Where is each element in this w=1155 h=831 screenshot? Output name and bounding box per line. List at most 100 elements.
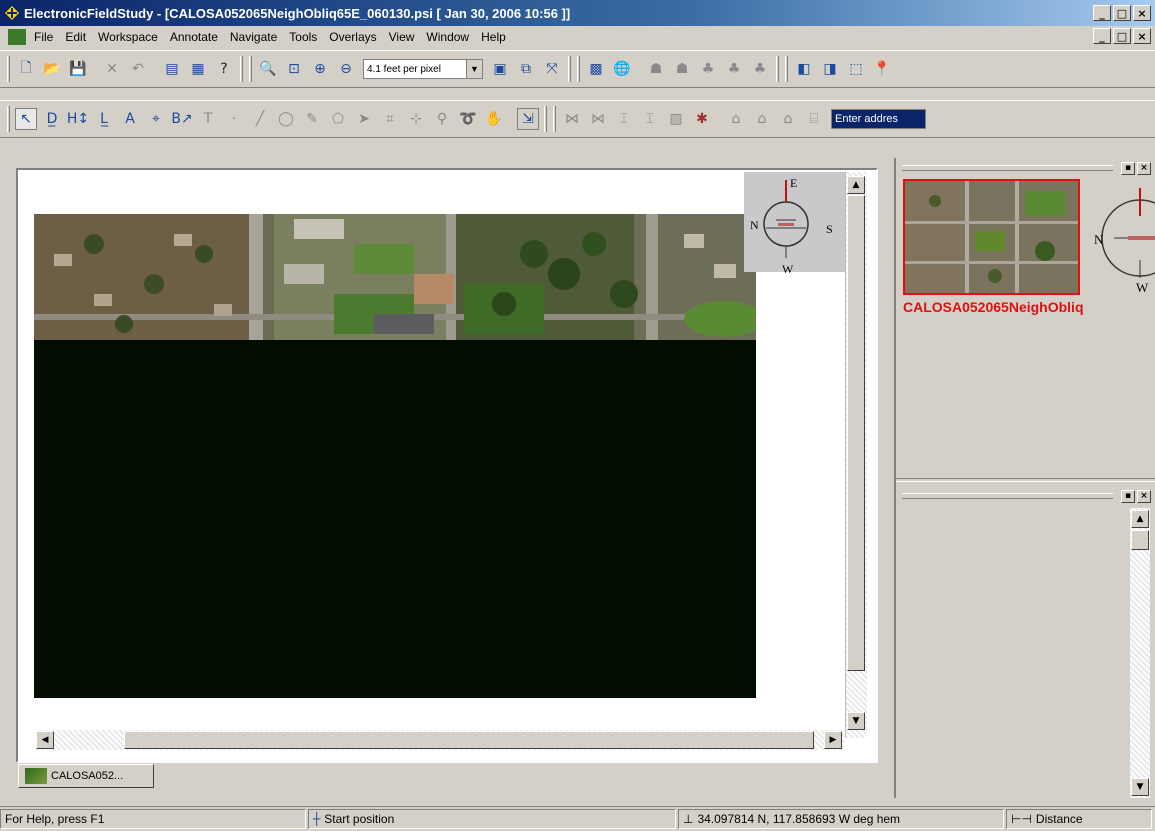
document-tab[interactable]: CALOSA052...: [18, 764, 154, 788]
select-arrow-icon[interactable]: ↖: [15, 108, 37, 130]
panel-toggle-icon[interactable]: ◧: [793, 58, 815, 80]
print-icon[interactable]: ▤: [161, 58, 183, 80]
menu-workspace[interactable]: Workspace: [92, 30, 164, 44]
measure-horizontal-icon[interactable]: ⋈: [561, 108, 583, 130]
title-bar[interactable]: ElectronicFieldStudy - [CALOSA052065Neig…: [0, 0, 1155, 26]
area-tool-icon[interactable]: A: [119, 108, 141, 130]
freehand-tool-icon[interactable]: ✎: [301, 108, 323, 130]
address-search-input[interactable]: [831, 109, 926, 129]
scroll-down-icon[interactable]: ▼: [847, 712, 865, 730]
crop-tool-icon[interactable]: ⊹: [405, 108, 427, 130]
panel-pin-button[interactable]: ▪: [1121, 161, 1135, 175]
lower-scroll-down-icon[interactable]: ▼: [1131, 778, 1149, 796]
length-tool-icon[interactable]: L̲: [93, 108, 115, 130]
toolbar-grip[interactable]: [553, 106, 556, 132]
print-preview-icon[interactable]: ▦: [187, 58, 209, 80]
menu-edit[interactable]: Edit: [59, 30, 92, 44]
measure-horizontal2-icon[interactable]: ⋈: [587, 108, 609, 130]
menu-annotate[interactable]: Annotate: [164, 30, 224, 44]
centroid-tool-icon[interactable]: ⌖: [145, 108, 167, 130]
globe-search-icon[interactable]: 🌐: [611, 58, 633, 80]
pointer-tool-icon[interactable]: ➤: [353, 108, 375, 130]
scroll-up-icon[interactable]: ▲: [847, 176, 865, 194]
toolbar-grip[interactable]: [785, 56, 788, 82]
bug-icon[interactable]: ✱: [691, 108, 713, 130]
text-tool-icon[interactable]: T: [197, 108, 219, 130]
height-tool-icon[interactable]: H↕: [67, 108, 89, 130]
toolbar-grip[interactable]: [249, 56, 252, 82]
toolbar-grip[interactable]: [7, 106, 10, 132]
distance-tool-icon[interactable]: D̲: [41, 108, 63, 130]
polygon-tool-icon[interactable]: ⬠: [327, 108, 349, 130]
oblique-image-canvas[interactable]: [34, 214, 756, 698]
document-icon[interactable]: [8, 29, 26, 45]
toolbar-grip[interactable]: [240, 56, 243, 82]
hand-pan-icon[interactable]: ✋: [483, 108, 505, 130]
measure-vertical2-icon[interactable]: ⌶: [639, 108, 661, 130]
doc-close-button[interactable]: ×: [1133, 28, 1151, 44]
pan-arrows-icon[interactable]: ⤧: [541, 58, 563, 80]
new-file-icon[interactable]: 🗋: [15, 58, 37, 80]
zoom-scale-select[interactable]: 4.1 feet per pixel ▼: [363, 59, 483, 79]
fit-window-icon[interactable]: ▣: [489, 58, 511, 80]
bearing-tool-icon[interactable]: B↗: [171, 108, 193, 130]
menu-navigate[interactable]: Navigate: [224, 30, 283, 44]
menu-tools[interactable]: Tools: [283, 30, 323, 44]
toolbar-grip[interactable]: [568, 56, 571, 82]
image-tool-icon[interactable]: ▧: [665, 108, 687, 130]
menu-overlays[interactable]: Overlays: [323, 30, 382, 44]
walk-tool-icon[interactable]: ⚲: [431, 108, 453, 130]
overview-thumbnail[interactable]: [903, 179, 1080, 295]
zoom-in-icon[interactable]: ⊕: [309, 58, 331, 80]
line-tool-icon[interactable]: ╱: [249, 108, 271, 130]
close-button[interactable]: ×: [1133, 5, 1151, 21]
menu-view[interactable]: View: [383, 30, 421, 44]
help-icon[interactable]: ?: [213, 58, 235, 80]
lower-panel-scrollbar[interactable]: [1130, 508, 1150, 798]
toolbar-grip[interactable]: [544, 106, 547, 132]
lower-scroll-thumb[interactable]: [1131, 530, 1149, 550]
menu-help[interactable]: Help: [475, 30, 512, 44]
house-tool-icon-2[interactable]: ⌂: [751, 108, 773, 130]
doc-minimize-button[interactable]: _: [1093, 28, 1111, 44]
lasso-tool-icon[interactable]: ➰: [457, 108, 479, 130]
panel-splitter[interactable]: [896, 478, 1155, 482]
tree-icon-3[interactable]: ♣: [749, 58, 771, 80]
tree-icon-1[interactable]: ♣: [697, 58, 719, 80]
minimize-button[interactable]: _: [1093, 5, 1111, 21]
house-tool-icon-1[interactable]: ⌂: [725, 108, 747, 130]
lower-panel-close-button[interactable]: ×: [1137, 489, 1151, 503]
building-tool-icon[interactable]: ⌸: [803, 108, 825, 130]
layers-icon[interactable]: ⧉: [515, 58, 537, 80]
toolbar-grip[interactable]: [577, 56, 580, 82]
region-tool-icon[interactable]: ⌗: [379, 108, 401, 130]
map-view-icon[interactable]: ▩: [585, 58, 607, 80]
lower-scroll-up-icon[interactable]: ▲: [1131, 510, 1149, 528]
vertical-scroll-thumb[interactable]: [847, 195, 865, 671]
point-tool-icon[interactable]: ·: [223, 108, 245, 130]
cut-icon[interactable]: ✕: [101, 58, 123, 80]
scroll-left-icon[interactable]: ◀: [36, 731, 54, 749]
menu-window[interactable]: Window: [420, 30, 475, 44]
export-image-icon[interactable]: ⬚: [845, 58, 867, 80]
pin-icon[interactable]: 📍: [871, 58, 893, 80]
doc-restore-button[interactable]: □: [1113, 28, 1131, 44]
lower-panel-pin-button[interactable]: ▪: [1121, 489, 1135, 503]
open-folder-icon[interactable]: 📂: [41, 58, 63, 80]
horizontal-scroll-thumb[interactable]: [124, 731, 814, 749]
house-tool-icon-3[interactable]: ⌂: [777, 108, 799, 130]
tree-icon-2[interactable]: ♣: [723, 58, 745, 80]
measure-vertical-icon[interactable]: ⌶: [613, 108, 635, 130]
split-view-icon[interactable]: ◨: [819, 58, 841, 80]
chevron-down-icon[interactable]: ▼: [466, 60, 482, 78]
undo-icon[interactable]: ↶: [127, 58, 149, 80]
zoom-tool-icon[interactable]: 🔍: [257, 58, 279, 80]
save-icon[interactable]: 💾: [67, 58, 89, 80]
ellipse-tool-icon[interactable]: ◯: [275, 108, 297, 130]
person-icon-1[interactable]: ☗: [645, 58, 667, 80]
zoom-out-icon[interactable]: ⊖: [335, 58, 357, 80]
maximize-button[interactable]: □: [1113, 5, 1131, 21]
toolbar-grip[interactable]: [7, 56, 10, 82]
person-icon-2[interactable]: ☗: [671, 58, 693, 80]
export-icon[interactable]: ⇲: [517, 108, 539, 130]
